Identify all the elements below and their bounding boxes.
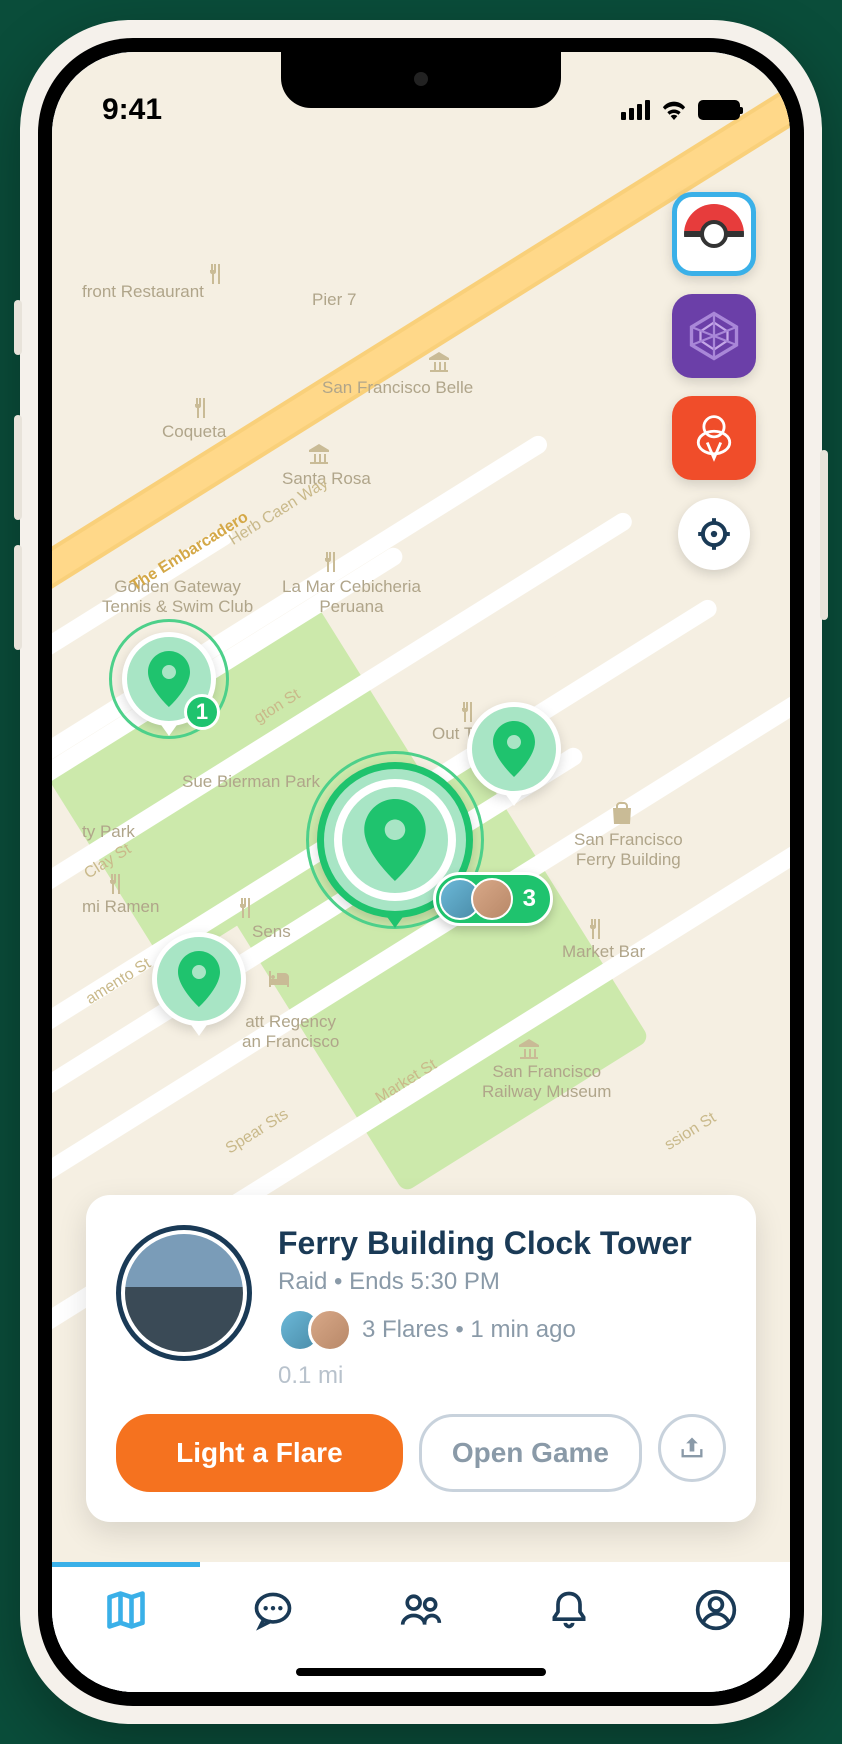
- avatar: [308, 1308, 352, 1352]
- map-pin[interactable]: [152, 932, 246, 1026]
- friends-icon: [399, 1588, 443, 1632]
- distance-text: 0.1 mi: [278, 1362, 726, 1390]
- crosshair-icon: [695, 515, 733, 553]
- tab-notifications[interactable]: [545, 1586, 593, 1634]
- restaurant-poi-icon: [232, 896, 256, 920]
- game-shortcuts: [672, 192, 756, 570]
- tab-indicator: [52, 1562, 200, 1567]
- phone-power-button: [820, 450, 828, 620]
- map-label: Sens: [252, 922, 291, 942]
- map-label: front Restaurant: [82, 282, 204, 302]
- location-image: [116, 1225, 252, 1361]
- share-icon: [678, 1434, 706, 1462]
- phone-frame: 9:41: [20, 20, 822, 1724]
- restaurant-poi-icon: [102, 872, 126, 896]
- tab-profile[interactable]: [692, 1586, 740, 1634]
- cluster-count: 3: [523, 885, 536, 913]
- status-time: 9:41: [102, 93, 162, 127]
- location-title: Ferry Building Clock Tower: [278, 1225, 726, 1262]
- ingress-icon: [687, 309, 741, 363]
- map-label: Golden Gateway Tennis & Swim Club: [102, 577, 253, 618]
- tab-friends[interactable]: [397, 1586, 445, 1634]
- chat-icon: [251, 1588, 295, 1632]
- pin-marker-icon: [147, 651, 191, 707]
- avatar: [471, 878, 513, 920]
- map-label: San Francisco Railway Museum: [482, 1062, 611, 1103]
- share-button[interactable]: [658, 1414, 726, 1482]
- tab-map[interactable]: [102, 1586, 150, 1634]
- map-label: La Mar Cebicheria Peruana: [282, 577, 421, 618]
- phone-silence-switch: [14, 300, 22, 355]
- screen: 9:41: [52, 52, 790, 1692]
- pin-marker-icon: [363, 799, 427, 881]
- pin-count-badge: 1: [184, 694, 220, 730]
- status-icons: [621, 100, 740, 120]
- flare-avatars: [278, 1308, 352, 1352]
- locate-button[interactable]: [678, 498, 750, 570]
- shopping-poi-icon: [610, 802, 634, 826]
- wifi-icon: [660, 100, 688, 120]
- tab-chat[interactable]: [249, 1586, 297, 1634]
- map-label: mi Ramen: [82, 897, 159, 917]
- phone-volume-up: [14, 415, 22, 520]
- map-icon: [104, 1588, 148, 1632]
- restaurant-poi-icon: [582, 917, 606, 941]
- pikmin-bloom-button[interactable]: [672, 396, 756, 480]
- bell-icon: [547, 1588, 591, 1632]
- restaurant-poi-icon: [202, 262, 226, 286]
- hotel-poi-icon: [267, 967, 291, 991]
- profile-icon: [694, 1588, 738, 1632]
- restaurant-poi-icon: [187, 396, 211, 420]
- museum-poi-icon: [307, 442, 331, 466]
- map-label: ty Park: [82, 822, 135, 842]
- light-flare-button[interactable]: Light a Flare: [116, 1414, 403, 1492]
- phone-volume-down: [14, 545, 22, 650]
- map-label: Sue Bierman Park: [182, 772, 320, 792]
- restaurant-poi-icon: [317, 550, 341, 574]
- map-pin[interactable]: [467, 702, 561, 796]
- battery-icon: [698, 100, 740, 120]
- flares-text: 3 Flares • 1 min ago: [362, 1316, 576, 1344]
- location-detail-card: Ferry Building Clock Tower Raid • Ends 5…: [86, 1195, 756, 1522]
- map-label: San Francisco Ferry Building: [574, 830, 683, 871]
- open-game-button[interactable]: Open Game: [419, 1414, 642, 1492]
- museum-poi-icon: [427, 350, 451, 374]
- pin-marker-icon: [177, 951, 221, 1007]
- ingress-button[interactable]: [672, 294, 756, 378]
- home-indicator[interactable]: [296, 1668, 546, 1676]
- map-pin[interactable]: 1: [122, 632, 216, 726]
- map-label: Pier 7: [312, 290, 356, 310]
- avatar-cluster[interactable]: 3: [433, 872, 553, 926]
- notch: [281, 52, 561, 108]
- pokeball-icon: [684, 204, 744, 264]
- map-label: Market Bar: [562, 942, 645, 962]
- museum-poi-icon: [517, 1037, 541, 1061]
- map-label: San Francisco Belle: [322, 378, 473, 398]
- pikmin-icon: [687, 411, 741, 465]
- pokemon-go-button[interactable]: [672, 192, 756, 276]
- pin-marker-icon: [492, 721, 536, 777]
- map-pin-selected[interactable]: 3: [317, 762, 473, 918]
- location-subtitle: Raid • Ends 5:30 PM: [278, 1268, 726, 1296]
- map-label: att Regency an Francisco: [242, 1012, 339, 1053]
- cellular-signal-icon: [621, 100, 650, 120]
- map-label: Coqueta: [162, 422, 226, 442]
